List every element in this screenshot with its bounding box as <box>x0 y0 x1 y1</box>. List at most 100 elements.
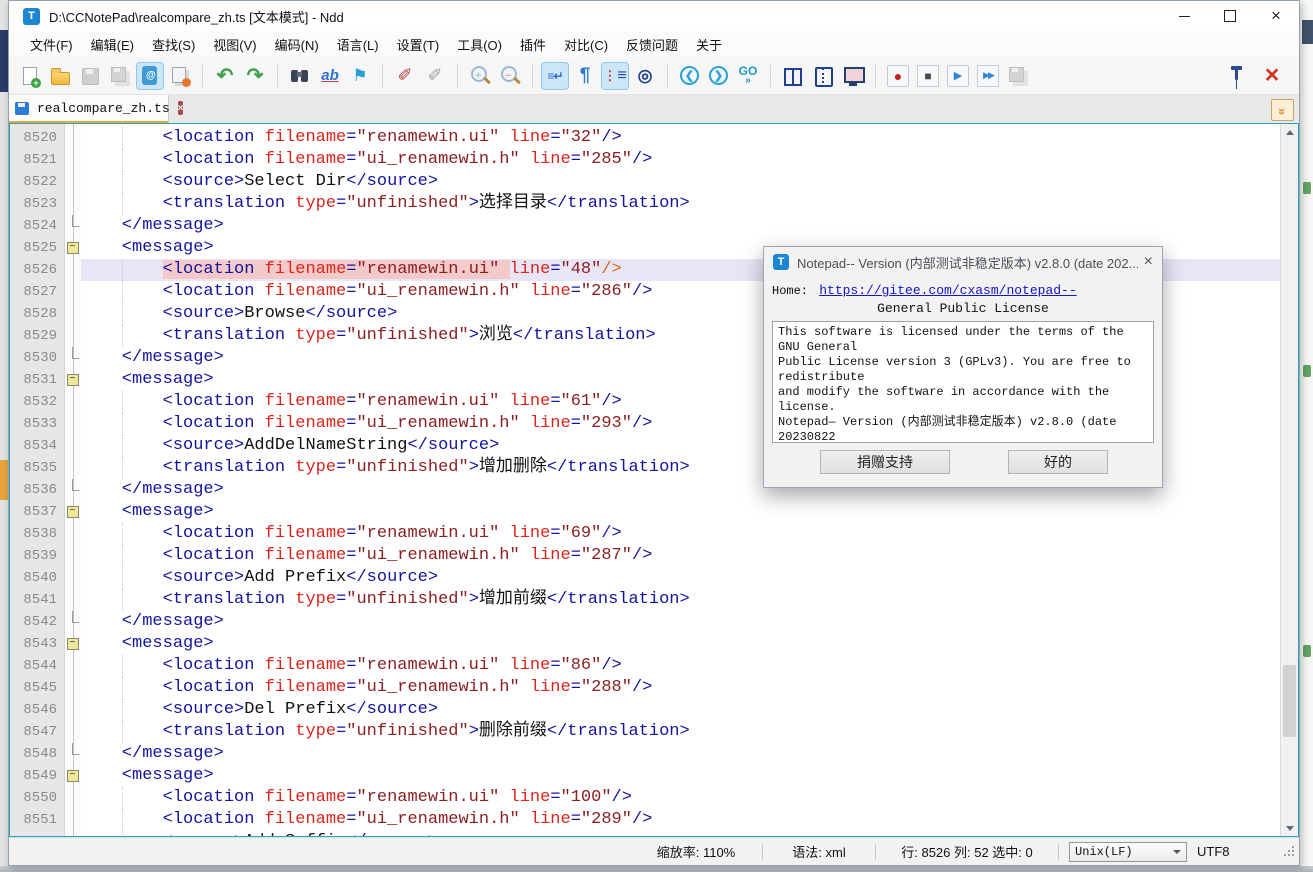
code-text[interactable]: <translation type="unfinished">删除前缀</tra… <box>81 721 1281 743</box>
menu-item[interactable]: 工具(O) <box>448 32 511 57</box>
code-line[interactable]: 8550 <location filename="renamewin.ui" l… <box>10 787 1281 809</box>
tab-realcompare[interactable]: realcompare_zh.ts × <box>9 95 169 124</box>
code-text[interactable]: <location filename="renamewin.ui" line="… <box>81 787 1281 809</box>
code-text[interactable]: <message> <box>81 501 1281 523</box>
compare-view-icon[interactable] <box>810 63 836 89</box>
menu-item[interactable]: 查找(S) <box>143 32 204 57</box>
code-text[interactable]: <translation type="unfinished">选择目录</tra… <box>81 193 1281 215</box>
code-text[interactable]: </message> <box>81 215 1281 237</box>
word-wrap-icon[interactable]: ≡↵ <box>542 63 568 89</box>
save-icon[interactable] <box>77 63 103 89</box>
tab-close-icon[interactable]: × <box>178 101 184 115</box>
menu-item[interactable]: 编辑(E) <box>82 32 143 57</box>
donate-button[interactable]: 捐赠支持 <box>820 450 950 474</box>
mark-color-icon[interactable]: ✐ <box>392 63 418 89</box>
code-text[interactable]: <message> <box>81 633 1281 655</box>
dialog-close-icon[interactable]: × <box>1144 253 1153 271</box>
redo-icon[interactable]: ↷ <box>242 63 268 89</box>
text-mode-icon[interactable] <box>137 63 163 89</box>
resize-grip[interactable] <box>1283 845 1297 859</box>
goto-line-icon[interactable]: GO <box>735 63 761 89</box>
menu-item[interactable]: 文件(F) <box>21 32 82 57</box>
zoom-out-icon[interactable]: − <box>497 63 523 89</box>
minimize-button[interactable] <box>1161 1 1207 31</box>
code-text[interactable]: <location filename="ui_renamewin.h" line… <box>81 545 1281 567</box>
stop-macro-icon[interactable]: ■ <box>917 65 939 87</box>
pin-icon[interactable] <box>1223 63 1249 89</box>
replay-macro-icon[interactable]: ▶▶ <box>977 65 999 87</box>
menu-item[interactable]: 视图(V) <box>204 32 265 57</box>
scrollbar-thumb[interactable] <box>1283 665 1296 737</box>
code-line[interactable]: 8520 <location filename="renamewin.ui" l… <box>10 127 1281 149</box>
close-doc-icon[interactable] <box>167 63 193 89</box>
code-text[interactable]: <message> <box>81 765 1281 787</box>
menu-item[interactable]: 反馈问题 <box>617 32 687 57</box>
code-line[interactable]: 8547 <translation type="unfinished">删除前缀… <box>10 721 1281 743</box>
code-text[interactable]: <translation type="unfinished">增加前缀</tra… <box>81 589 1281 611</box>
code-text[interactable]: <location filename="ui_renamewin.h" line… <box>81 809 1281 831</box>
vertical-scrollbar[interactable] <box>1280 124 1298 836</box>
code-line[interactable]: 8540 <source>Add Prefix</source> <box>10 567 1281 589</box>
code-text[interactable]: <location filename="renamewin.ui" line="… <box>81 127 1281 149</box>
code-line[interactable]: 8523 <translation type="unfinished">选择目录… <box>10 193 1281 215</box>
code-line[interactable]: 8541 <translation type="unfinished">增加前缀… <box>10 589 1281 611</box>
code-line[interactable]: 8521 <location filename="ui_renamewin.h"… <box>10 149 1281 171</box>
bookmark-icon[interactable]: ⚑ <box>347 63 373 89</box>
nav-back-icon[interactable]: ❮ <box>680 66 699 85</box>
scroll-down-icon[interactable] <box>1281 820 1298 836</box>
code-text[interactable]: </message> <box>81 611 1281 633</box>
code-text[interactable]: <source>Select Dir</source> <box>81 171 1281 193</box>
fold-cell[interactable]: − <box>64 765 81 787</box>
zoom-in-icon[interactable]: + <box>467 63 493 89</box>
code-line[interactable]: 8548 </message> <box>10 743 1281 765</box>
home-link[interactable]: https://gitee.com/cxasm/notepad-- <box>819 283 1076 298</box>
code-line[interactable]: 8546 <source>Del Prefix</source> <box>10 699 1281 721</box>
maximize-button[interactable] <box>1207 1 1253 31</box>
menu-item[interactable]: 编码(N) <box>266 32 328 57</box>
code-text[interactable]: <location filename="renamewin.ui" line="… <box>81 523 1281 545</box>
menu-item[interactable]: 设置(T) <box>388 32 449 57</box>
eol-select[interactable]: Unix(LF) <box>1069 842 1187 862</box>
code-line[interactable]: 8544 <location filename="renamewin.ui" l… <box>10 655 1281 677</box>
code-line[interactable]: 8538 <location filename="renamewin.ui" l… <box>10 523 1281 545</box>
menu-item[interactable]: 关于 <box>687 32 731 57</box>
save-macro-icon[interactable] <box>1005 63 1031 89</box>
new-file-icon[interactable] <box>17 63 43 89</box>
code-line[interactable]: 8551 <location filename="ui_renamewin.h"… <box>10 809 1281 831</box>
open-file-icon[interactable] <box>47 63 73 89</box>
record-macro-icon[interactable]: ● <box>887 65 909 87</box>
clear-mark-icon[interactable]: ✐ <box>422 63 448 89</box>
compare-files-icon[interactable] <box>780 63 806 89</box>
find-icon[interactable] <box>287 63 313 89</box>
nav-forward-icon[interactable]: ❯ <box>709 66 728 85</box>
undo-icon[interactable]: ↶ <box>212 63 238 89</box>
code-text[interactable]: <source>Del Prefix</source> <box>81 699 1281 721</box>
code-text[interactable]: <source>Add Prefix</source> <box>81 567 1281 589</box>
code-line[interactable]: 8522 <source>Select Dir</source> <box>10 171 1281 193</box>
code-line[interactable]: 8524 </message> <box>10 215 1281 237</box>
menu-item[interactable]: 语言(L) <box>328 32 388 57</box>
fold-cell[interactable]: − <box>64 369 81 391</box>
code-line[interactable]: 8542 </message> <box>10 611 1281 633</box>
indent-guide-icon[interactable] <box>602 63 628 89</box>
code-line[interactable]: 8549− <message> <box>10 765 1281 787</box>
code-line[interactable]: 8543− <message> <box>10 633 1281 655</box>
tab-list-icon[interactable]: » <box>1271 99 1294 121</box>
code-line[interactable]: 8545 <location filename="ui_renamewin.h"… <box>10 677 1281 699</box>
fold-cell[interactable]: − <box>64 237 81 259</box>
fold-cell[interactable]: − <box>64 633 81 655</box>
save-all-icon[interactable] <box>107 63 133 89</box>
play-macro-icon[interactable]: ▶ <box>947 65 969 87</box>
replace-icon[interactable]: ab <box>317 63 343 89</box>
code-text[interactable]: </message> <box>81 743 1281 765</box>
code-text[interactable]: <location filename="ui_renamewin.h" line… <box>81 677 1281 699</box>
code-text[interactable]: <location filename="ui_renamewin.h" line… <box>81 149 1281 171</box>
menu-item[interactable]: 对比(C) <box>555 32 617 57</box>
code-text[interactable]: <location filename="renamewin.ui" line="… <box>81 655 1281 677</box>
ok-button[interactable]: 好的 <box>1008 450 1108 474</box>
locate-icon[interactable]: ◎ <box>632 63 658 89</box>
fold-cell[interactable]: − <box>64 501 81 523</box>
show-symbol-icon[interactable]: ¶ <box>572 63 598 89</box>
menu-item[interactable]: 插件 <box>511 32 555 57</box>
scroll-up-icon[interactable] <box>1281 124 1298 140</box>
